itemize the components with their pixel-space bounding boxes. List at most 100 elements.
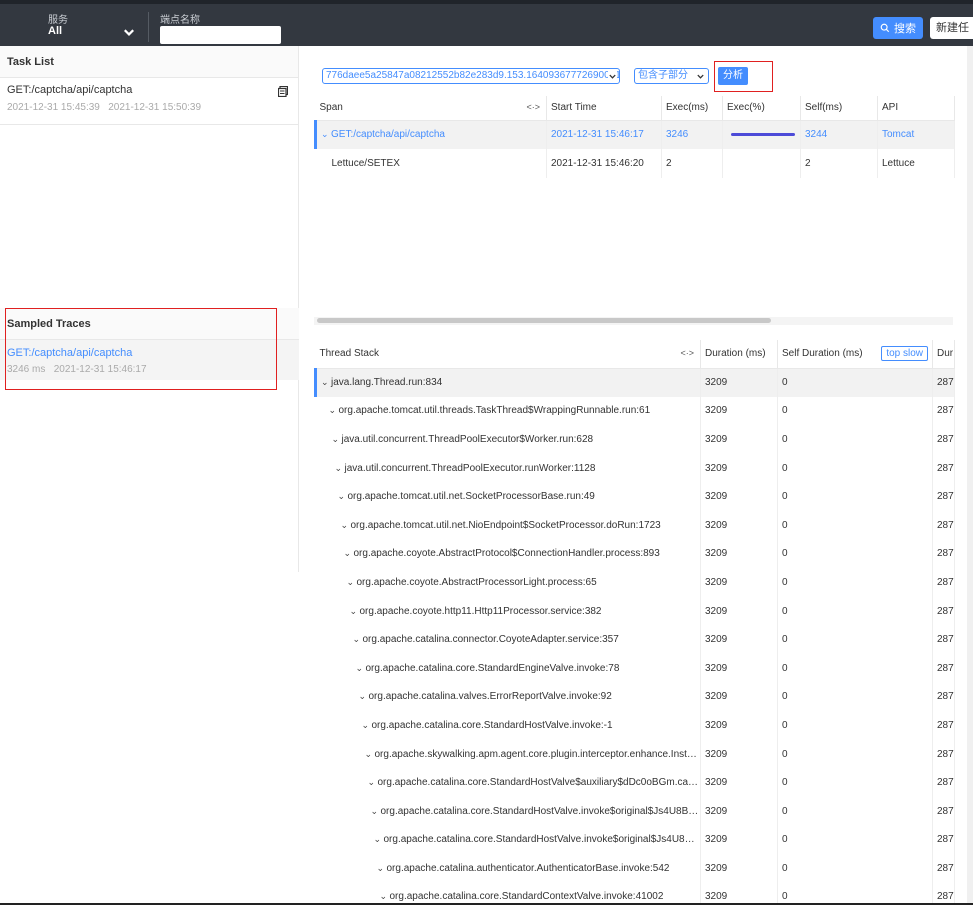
stack-row[interactable]: ⌄ java.util.concurrent.ThreadPoolExecutor… (315, 453, 955, 483)
service-label: 服务 (48, 15, 68, 26)
chevron-down-icon[interactable]: ⌄ (347, 577, 357, 588)
stack-frame-cell: ⌄ java.lang.Thread.run:834 (314, 368, 701, 397)
dur-cell: 287 (932, 368, 955, 397)
self-duration-cell: 0 (777, 368, 933, 397)
stack-row[interactable]: ⌄ java.lang.Thread.run:834 3209 0 287 (314, 368, 955, 397)
dur-cell: 287 (932, 768, 955, 797)
stack-row[interactable]: ⌄ org.apache.catalina.core.StandardHostVa… (315, 768, 955, 797)
chevron-down-icon[interactable] (122, 26, 136, 40)
vertical-scrollbar[interactable] (967, 46, 973, 905)
stack-frame-cell: ⌄ org.apache.tomcat.util.threads.TaskThre… (315, 396, 701, 426)
self-duration-cell: 0 (777, 711, 933, 740)
stack-frame-cell: ⌄ org.apache.coyote.AbstractProcessorLigh… (315, 568, 701, 597)
chevron-down-icon[interactable]: ⌄ (368, 777, 378, 788)
self-duration-cell: 0 (777, 396, 933, 426)
chevron-down-icon[interactable]: ⌄ (353, 634, 363, 645)
mode-select[interactable]: 包含子部分 (634, 68, 709, 84)
stack-row[interactable]: ⌄ org.apache.catalina.core.StandardContex… (315, 882, 955, 905)
thread-stack-table: Thread Stack <·> Duration (ms) Self Durat… (314, 340, 955, 905)
chevron-down-icon[interactable]: ⌄ (338, 491, 348, 502)
dur-cell: 287 (932, 739, 955, 769)
dur-cell: 287 (932, 396, 955, 426)
stack-row[interactable]: ⌄ org.apache.tomcat.util.net.NioEndpoint$… (315, 510, 955, 540)
chevron-down-icon[interactable]: ⌄ (341, 520, 351, 531)
document-icon[interactable] (278, 86, 288, 97)
stack-row[interactable]: ⌄ org.apache.skywalking.apm.agent.core.pl… (315, 739, 955, 769)
service-filter[interactable]: 服务 All (0, 8, 148, 46)
stack-row[interactable]: ⌄ java.util.concurrent.ThreadPoolExecutor… (315, 425, 955, 454)
chevron-down-icon[interactable]: ⌄ (350, 606, 360, 617)
stack-frame-cell: ⌄ org.apache.catalina.core.StandardEngine… (315, 653, 701, 683)
trace-id-select[interactable]: 776daee5a25847a08212552b82e283d9.153.164… (322, 68, 620, 84)
stack-row[interactable]: ⌄ org.apache.catalina.valves.ErrorReportV… (315, 682, 955, 712)
chevron-down-icon[interactable]: ⌄ (374, 834, 384, 845)
task-item[interactable]: GET:/captcha/api/captcha 2021-12-31 15:4… (0, 78, 298, 125)
endpoint-input[interactable] (160, 26, 281, 44)
duration-cell: 3209 (700, 625, 778, 654)
resize-icon[interactable]: <·> (680, 348, 694, 358)
stack-frame-cell: ⌄ java.util.concurrent.ThreadPoolExecutor… (315, 453, 701, 483)
span-table: Span <·> Start Time Exec(ms) Exec(%) Self… (314, 96, 955, 178)
self-duration-cell: 0 (777, 882, 933, 905)
stack-row[interactable]: ⌄ org.apache.coyote.http11.Http11Processo… (315, 596, 955, 626)
chevron-down-icon[interactable]: ⌄ (377, 863, 387, 874)
chevron-down-icon[interactable]: ⌄ (344, 548, 354, 559)
chevron-down-icon[interactable]: ⌄ (380, 891, 390, 902)
task-times: 2021-12-31 15:45:39 2021-12-31 15:50:39 (7, 102, 291, 113)
search-button[interactable]: 搜索 (873, 17, 923, 39)
stack-row[interactable]: ⌄ org.apache.catalina.authenticator.Authe… (315, 854, 955, 883)
stack-row[interactable]: ⌄ org.apache.tomcat.util.net.SocketProces… (315, 482, 955, 511)
scrollbar-thumb[interactable] (317, 318, 771, 323)
duration-cell: 3209 (700, 425, 778, 454)
self-duration-cell: 0 (777, 568, 933, 597)
stack-frame-cell: ⌄ org.apache.catalina.valves.ErrorReportV… (315, 682, 701, 712)
chevron-down-icon[interactable]: ⌄ (362, 720, 372, 731)
stack-row[interactable]: ⌄ org.apache.catalina.connector.CoyoteAda… (315, 625, 955, 654)
self-duration-cell: 0 (777, 596, 933, 626)
trace-id-value: 776daee5a25847a08212552b82e283d9.153.164… (326, 70, 620, 81)
self-duration-cell: 0 (777, 854, 933, 883)
duration-cell: 3209 (700, 368, 778, 397)
stack-row[interactable]: ⌄ org.apache.tomcat.util.threads.TaskThre… (315, 396, 955, 426)
chevron-down-icon[interactable]: ⌄ (321, 129, 331, 140)
chevron-down-icon[interactable]: ⌄ (329, 405, 339, 416)
chevron-down-icon[interactable]: ⌄ (332, 434, 342, 445)
chevron-down-icon[interactable]: ⌄ (356, 663, 366, 674)
stack-frame-name: org.apache.coyote.http11.Http11Processor… (359, 605, 602, 617)
dur-cell: 287 (932, 425, 955, 454)
self-duration-cell: 0 (777, 510, 933, 540)
self-duration-cell: 0 (777, 768, 933, 797)
self-duration-cell: 0 (777, 625, 933, 654)
span-row[interactable]: ⌄ GET:/captcha/api/captcha 2021-12-31 15:… (314, 120, 955, 149)
highlight-box-sampled (5, 308, 277, 390)
self-duration-cell: 0 (777, 482, 933, 511)
duration-cell: 3209 (700, 796, 778, 826)
endpoint-label: 端点名称 (160, 15, 200, 26)
duration-cell: 3209 (700, 711, 778, 740)
stack-row[interactable]: ⌄ org.apache.coyote.AbstractProcessorLigh… (315, 568, 955, 597)
new-task-button[interactable]: 新建任 (930, 17, 973, 39)
duration-cell: 3209 (700, 653, 778, 683)
span-row[interactable]: Lettuce/SETEX 2021-12-31 15:46:20 2 2 Le… (315, 149, 955, 178)
stack-frame-name: org.apache.skywalking.apm.agent.core.plu… (374, 748, 701, 760)
chevron-down-icon[interactable]: ⌄ (321, 377, 331, 388)
stack-frame-cell: ⌄ org.apache.catalina.connector.CoyoteAda… (315, 625, 701, 654)
dur-cell: 287 (932, 596, 955, 626)
top-slow-button[interactable]: top slow (881, 346, 928, 361)
stack-row[interactable]: ⌄ org.apache.catalina.core.StandardHostVa… (315, 825, 955, 855)
chevron-down-icon[interactable]: ⌄ (335, 463, 345, 474)
stack-row[interactable]: ⌄ org.apache.coyote.AbstractProtocol$Conn… (315, 539, 955, 569)
chevron-down-icon[interactable]: ⌄ (365, 749, 375, 760)
stack-frame-name: org.apache.tomcat.util.net.NioEndpoint$S… (350, 519, 661, 531)
stack-row[interactable]: ⌄ org.apache.catalina.core.StandardHostVa… (315, 711, 955, 740)
self-duration-cell: 0 (777, 739, 933, 769)
chevron-down-icon[interactable]: ⌄ (371, 806, 381, 817)
chevron-down-icon[interactable]: ⌄ (359, 691, 369, 702)
col-api: API (877, 96, 955, 121)
stack-frame-name: org.apache.catalina.core.StandardHostVal… (383, 834, 701, 846)
resize-icon[interactable]: <·> (526, 102, 540, 112)
horizontal-scrollbar[interactable] (314, 317, 953, 325)
stack-row[interactable]: ⌄ org.apache.catalina.core.StandardEngine… (315, 653, 955, 683)
span-pct-cell (722, 149, 801, 178)
stack-row[interactable]: ⌄ org.apache.catalina.core.StandardHostVa… (315, 796, 955, 826)
